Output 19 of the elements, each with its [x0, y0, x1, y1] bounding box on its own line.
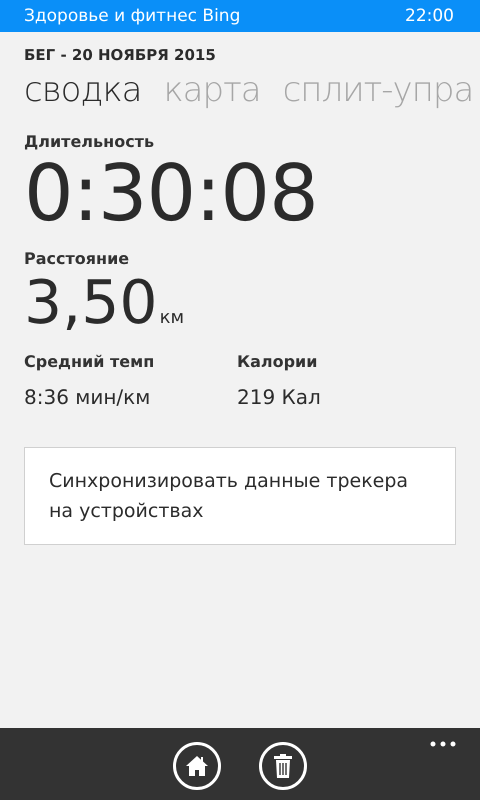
distance-label: Расстояние [24, 249, 130, 268]
stat-label: Средний темп [24, 352, 156, 371]
app-title: Здоровье и фитнес Bing [24, 6, 240, 26]
duration-value: 0:30:08 [24, 151, 319, 237]
distance-value: 3,50 [24, 268, 158, 338]
delete-button[interactable] [259, 742, 307, 790]
home-button[interactable] [173, 742, 221, 790]
distance-unit: км [160, 307, 184, 328]
stat-label: Калории [237, 352, 318, 371]
pivot-tab[interactable]: сводка [24, 70, 142, 110]
workout-title: БЕГ - 20 НОЯБРЯ 2015 [24, 46, 217, 64]
trash-icon [274, 754, 292, 778]
more-icon[interactable] [430, 741, 456, 747]
clock: 22:00 [405, 6, 454, 26]
stat-value: 8:36 мин/км [24, 385, 152, 409]
duration-label: Длительность [24, 132, 156, 151]
sync-button[interactable]: Синхронизировать данные трекера на устройствах [24, 447, 456, 545]
home-icon [185, 755, 209, 777]
stat-value: 219 Кал [237, 385, 322, 409]
